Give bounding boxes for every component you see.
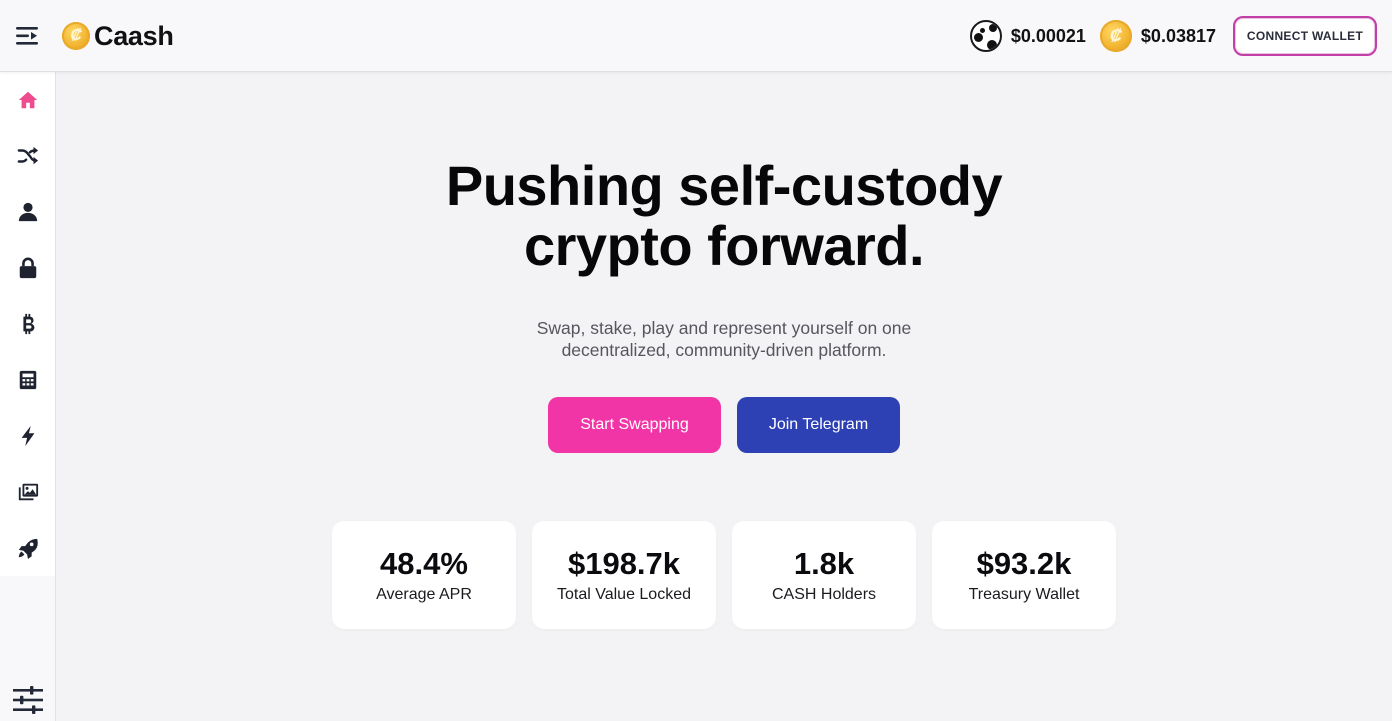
images-icon	[18, 483, 38, 501]
sidebar-nav	[0, 72, 55, 576]
sliders-icon	[13, 686, 43, 714]
token-price-caash: ₡ $0.03817	[1099, 20, 1216, 52]
shuffle-icon	[17, 146, 38, 165]
start-swapping-button[interactable]: Start Swapping	[548, 397, 721, 453]
hero-title-line-2: crypto forward.	[523, 214, 925, 277]
hero-title-line-1: Pushing self-custody	[445, 154, 1003, 217]
sidebar-item-home[interactable]	[0, 72, 55, 128]
join-telegram-button[interactable]: Join Telegram	[737, 397, 900, 453]
calculator-icon	[19, 370, 36, 390]
cta-row: Start Swapping Join Telegram	[548, 397, 900, 453]
hero-title: Pushing self-custody crypto forward.	[56, 156, 1392, 276]
sidebar	[0, 72, 56, 721]
connect-wallet-button[interactable]: CONNECT WALLET	[1233, 16, 1377, 56]
bitcoin-icon	[22, 313, 34, 335]
sidebar-item-staking[interactable]	[0, 240, 55, 296]
hero-subtitle: Swap, stake, play and represent yourself…	[536, 318, 912, 360]
brand-name: Caash	[94, 20, 174, 51]
stat-card-treasury: $93.2k Treasury Wallet	[932, 521, 1116, 629]
stat-value: 48.4%	[380, 546, 468, 581]
caash-price: $0.03817	[1140, 25, 1216, 46]
brand[interactable]: ₡ Caash	[62, 20, 174, 52]
top-bar: ₡ Caash $0.00021 ₡ $0.03817 CONNECT WALL…	[0, 0, 1392, 72]
stat-card-tvl: $198.7k Total Value Locked	[532, 521, 716, 629]
stat-label: Total Value Locked	[556, 586, 691, 603]
stat-label: CASH Holders	[771, 586, 877, 603]
main-content: Pushing self-custody crypto forward. Swa…	[56, 72, 1392, 721]
sidebar-item-swap[interactable]	[0, 128, 55, 184]
stats-row: 48.4% Average APR $198.7k Total Value Lo…	[332, 521, 1116, 629]
home-icon	[18, 91, 37, 109]
settings-sliders-button[interactable]	[10, 685, 46, 715]
stat-label: Treasury Wallet	[968, 586, 1080, 603]
sidebar-item-bitcoin[interactable]	[0, 296, 55, 352]
stat-card-holders: 1.8k CASH Holders	[732, 521, 916, 629]
sidebar-item-profile[interactable]	[0, 184, 55, 240]
rocket-icon	[18, 538, 38, 559]
stat-label: Average APR	[376, 586, 472, 603]
caash-coin-icon: ₡	[1099, 20, 1132, 52]
stat-card-apr: 48.4% Average APR	[332, 521, 516, 629]
token-a-icon	[969, 20, 1002, 52]
sidebar-item-calculator[interactable]	[0, 352, 55, 408]
stat-value: 1.8k	[793, 546, 855, 581]
user-icon	[18, 202, 37, 222]
sidebar-item-launch[interactable]	[0, 520, 55, 576]
caash-logo-icon: ₡	[62, 22, 90, 50]
stat-value: $93.2k	[976, 546, 1072, 581]
lock-icon	[19, 257, 36, 279]
token-a-price: $0.00021	[1010, 25, 1086, 46]
sidebar-item-bolt[interactable]	[0, 408, 55, 464]
token-price-a: $0.00021	[969, 20, 1086, 52]
stat-value: $198.7k	[567, 546, 681, 581]
bolt-icon	[21, 425, 34, 447]
token-prices: $0.00021 ₡ $0.03817	[969, 20, 1216, 52]
menu-expand-icon[interactable]	[12, 22, 42, 50]
sidebar-item-gallery[interactable]	[0, 464, 55, 520]
